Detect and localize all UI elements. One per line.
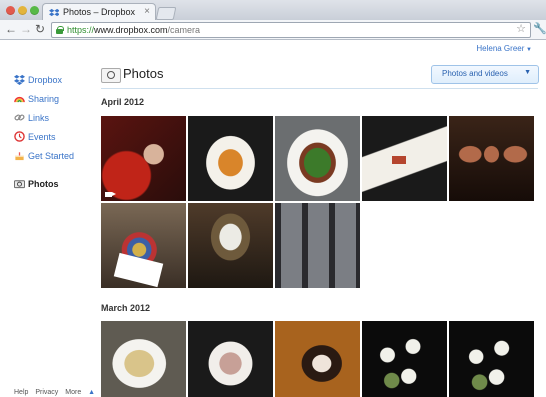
- url-text: https://www.dropbox.com/camera: [67, 25, 201, 35]
- footer-links: Help Privacy More ▲: [14, 389, 100, 396]
- close-window-button[interactable]: [6, 6, 15, 15]
- chevron-down-icon: ▼: [524, 69, 531, 76]
- minimize-window-button[interactable]: [18, 6, 27, 15]
- photo-thumbnail[interactable]: [275, 321, 360, 397]
- photo-thumbnail[interactable]: [188, 116, 273, 201]
- video-camera-icon: [105, 192, 116, 197]
- bookmark-star-icon[interactable]: ☆: [516, 23, 526, 36]
- window-titlebar: Photos – Dropbox ×: [0, 0, 546, 22]
- photo-thumbnail[interactable]: [275, 203, 360, 288]
- forward-arrow-icon[interactable]: →: [20, 21, 32, 37]
- photo-thumbnail[interactable]: [275, 116, 360, 201]
- camera-icon: [14, 178, 25, 189]
- photo-thumbnail[interactable]: [101, 321, 186, 397]
- rainbow-icon: [14, 93, 25, 104]
- section-heading-march-2012: March 2012: [101, 303, 151, 313]
- new-tab-button[interactable]: [155, 7, 177, 20]
- back-arrow-icon[interactable]: ←: [5, 21, 17, 37]
- zoom-window-button[interactable]: [30, 6, 39, 15]
- user-menu[interactable]: Helena Greer: [476, 44, 532, 53]
- photo-thumbnail[interactable]: [188, 203, 273, 288]
- page-title: Photos: [123, 66, 164, 81]
- sidebar: Dropbox Sharing Links Events Get Started…: [14, 70, 94, 193]
- sidebar-item-label: Dropbox: [28, 74, 63, 85]
- chevron-up-icon[interactable]: ▲: [88, 389, 95, 396]
- sidebar-item-label: Photos: [28, 178, 59, 189]
- sidebar-item-label: Sharing: [28, 93, 60, 104]
- tab-title: Photos – Dropbox: [63, 7, 136, 17]
- photo-thumbnail[interactable]: [449, 321, 534, 397]
- photo-thumbnail[interactable]: [362, 116, 447, 201]
- dropbox-icon: [14, 74, 25, 85]
- sidebar-item-events[interactable]: Events: [14, 127, 94, 146]
- sidebar-item-links[interactable]: Links: [14, 108, 94, 127]
- footer-privacy-link[interactable]: Privacy: [35, 389, 58, 396]
- sidebar-item-label: Events: [28, 131, 56, 142]
- link-icon: [14, 112, 25, 123]
- divider: [101, 88, 538, 89]
- sidebar-item-label: Links: [28, 112, 50, 123]
- photo-thumbnail[interactable]: [449, 116, 534, 201]
- photo-grid-march-2012: [101, 321, 534, 397]
- cake-icon: [14, 150, 25, 161]
- photo-thumbnail[interactable]: [101, 116, 186, 201]
- sidebar-item-photos[interactable]: Photos: [14, 174, 94, 193]
- photo-thumbnail[interactable]: [101, 203, 186, 288]
- sidebar-item-get-started[interactable]: Get Started: [14, 146, 94, 165]
- photos-title-icon: [101, 68, 121, 83]
- photo-thumbnail[interactable]: [362, 321, 447, 397]
- events-icon: [14, 131, 25, 142]
- filter-label: Photos and videos: [442, 69, 508, 78]
- page-content: Helena Greer Dropbox Sharing Links Event…: [0, 40, 546, 397]
- photo-thumbnail[interactable]: [188, 321, 273, 397]
- photo-grid-april-2012: [101, 116, 534, 288]
- sidebar-item-sharing[interactable]: Sharing: [14, 89, 94, 108]
- footer-help-link[interactable]: Help: [14, 389, 28, 396]
- footer-more-link[interactable]: More: [65, 389, 81, 396]
- dropbox-favicon-icon: [49, 8, 59, 17]
- section-heading-april-2012: April 2012: [101, 97, 145, 107]
- address-bar[interactable]: https://www.dropbox.com/camera ☆: [51, 22, 531, 38]
- photos-filter-dropdown[interactable]: Photos and videos ▼: [431, 65, 539, 84]
- tab-close-icon[interactable]: ×: [144, 6, 150, 17]
- wrench-menu-icon[interactable]: 🔧: [533, 22, 546, 35]
- reload-icon[interactable]: ↻: [35, 21, 45, 37]
- sidebar-item-label: Get Started: [28, 150, 75, 161]
- sidebar-item-dropbox[interactable]: Dropbox: [14, 70, 94, 89]
